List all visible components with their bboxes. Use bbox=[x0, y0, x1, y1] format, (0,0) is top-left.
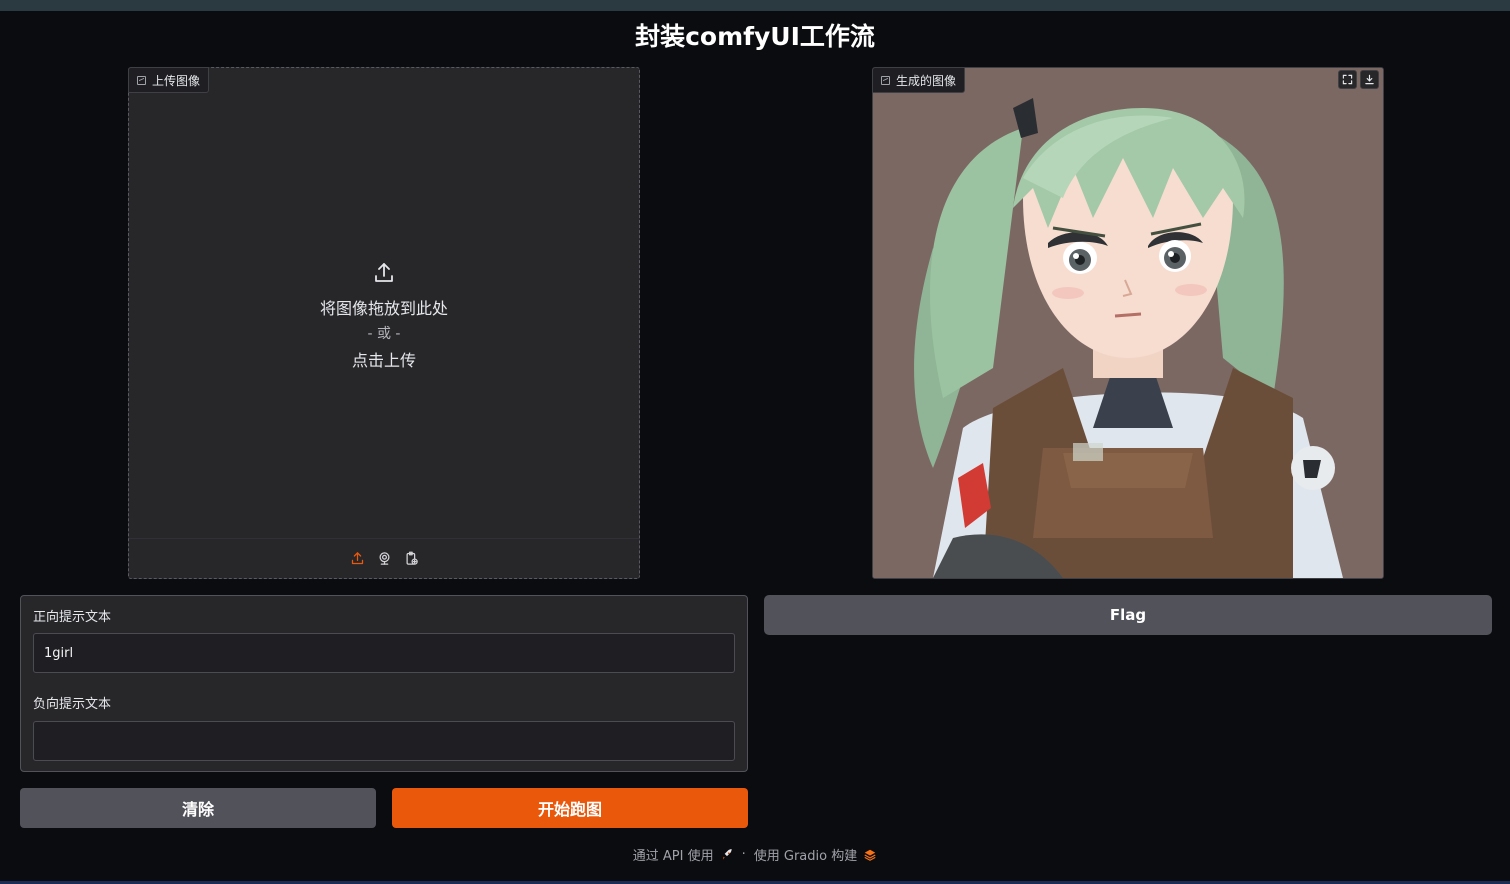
output-label-text: 生成的图像 bbox=[896, 73, 957, 88]
generated-image-panel: 生成的图像 bbox=[872, 67, 1384, 579]
drop-instruction: 将图像拖放到此处 bbox=[319, 298, 448, 318]
image-actions bbox=[1338, 70, 1379, 89]
fullscreen-icon bbox=[1342, 74, 1353, 85]
gradio-link-text: 使用 Gradio 构建 bbox=[753, 849, 858, 864]
clear-button[interactable]: 清除 bbox=[20, 788, 376, 828]
source-clipboard-button[interactable] bbox=[403, 550, 420, 567]
flag-button[interactable]: Flag bbox=[764, 595, 1492, 635]
negative-prompt-input[interactable] bbox=[33, 721, 735, 761]
positive-prompt-label: 正向提示文本 bbox=[33, 610, 112, 625]
webcam-icon bbox=[379, 552, 389, 565]
clipboard-icon bbox=[406, 551, 418, 565]
negative-prompt-label: 负向提示文本 bbox=[33, 697, 112, 712]
download-button[interactable] bbox=[1360, 70, 1379, 89]
upload-icon bbox=[351, 552, 363, 565]
output-panel-label: 生成的图像 bbox=[873, 68, 966, 93]
upload-label-text: 上传图像 bbox=[152, 73, 201, 88]
image-drop-zone[interactable]: 将图像拖放到此处 - 或 - 点击上传 bbox=[129, 93, 639, 538]
fullscreen-button[interactable] bbox=[1338, 70, 1357, 89]
image-upload-panel[interactable]: 上传图像 将图像拖放到此处 - 或 - 点击上传 bbox=[128, 67, 640, 579]
gradio-logo-icon bbox=[864, 849, 876, 861]
generated-image bbox=[873, 68, 1383, 578]
source-selector bbox=[129, 538, 639, 578]
source-upload-button[interactable] bbox=[349, 550, 366, 567]
download-icon bbox=[1365, 74, 1374, 85]
top-bar bbox=[0, 0, 1510, 11]
upload-panel-label: 上传图像 bbox=[128, 67, 210, 93]
api-link-text: 通过 API 使用 bbox=[632, 849, 714, 864]
image-icon bbox=[137, 75, 146, 85]
run-button[interactable]: 开始跑图 bbox=[392, 788, 748, 828]
footer-separator: · bbox=[741, 847, 746, 862]
prompt-form: 正向提示文本 负向提示文本 bbox=[20, 595, 748, 772]
source-webcam-button[interactable] bbox=[376, 550, 393, 567]
positive-prompt-input[interactable] bbox=[33, 633, 735, 673]
page-title: 封装comfyUI工作流 bbox=[635, 22, 875, 51]
gradio-link[interactable]: 使用 Gradio 构建 bbox=[754, 845, 877, 864]
rocket-icon bbox=[722, 848, 732, 860]
upload-icon bbox=[375, 262, 393, 282]
image-icon bbox=[881, 75, 890, 85]
click-upload-text: 点击上传 bbox=[351, 350, 416, 370]
drop-or-separator: - 或 - bbox=[367, 325, 401, 342]
api-link[interactable]: 通过 API 使用 bbox=[633, 845, 734, 864]
footer: 通过 API 使用 · 使用 Gradio 构建 bbox=[0, 845, 1510, 864]
